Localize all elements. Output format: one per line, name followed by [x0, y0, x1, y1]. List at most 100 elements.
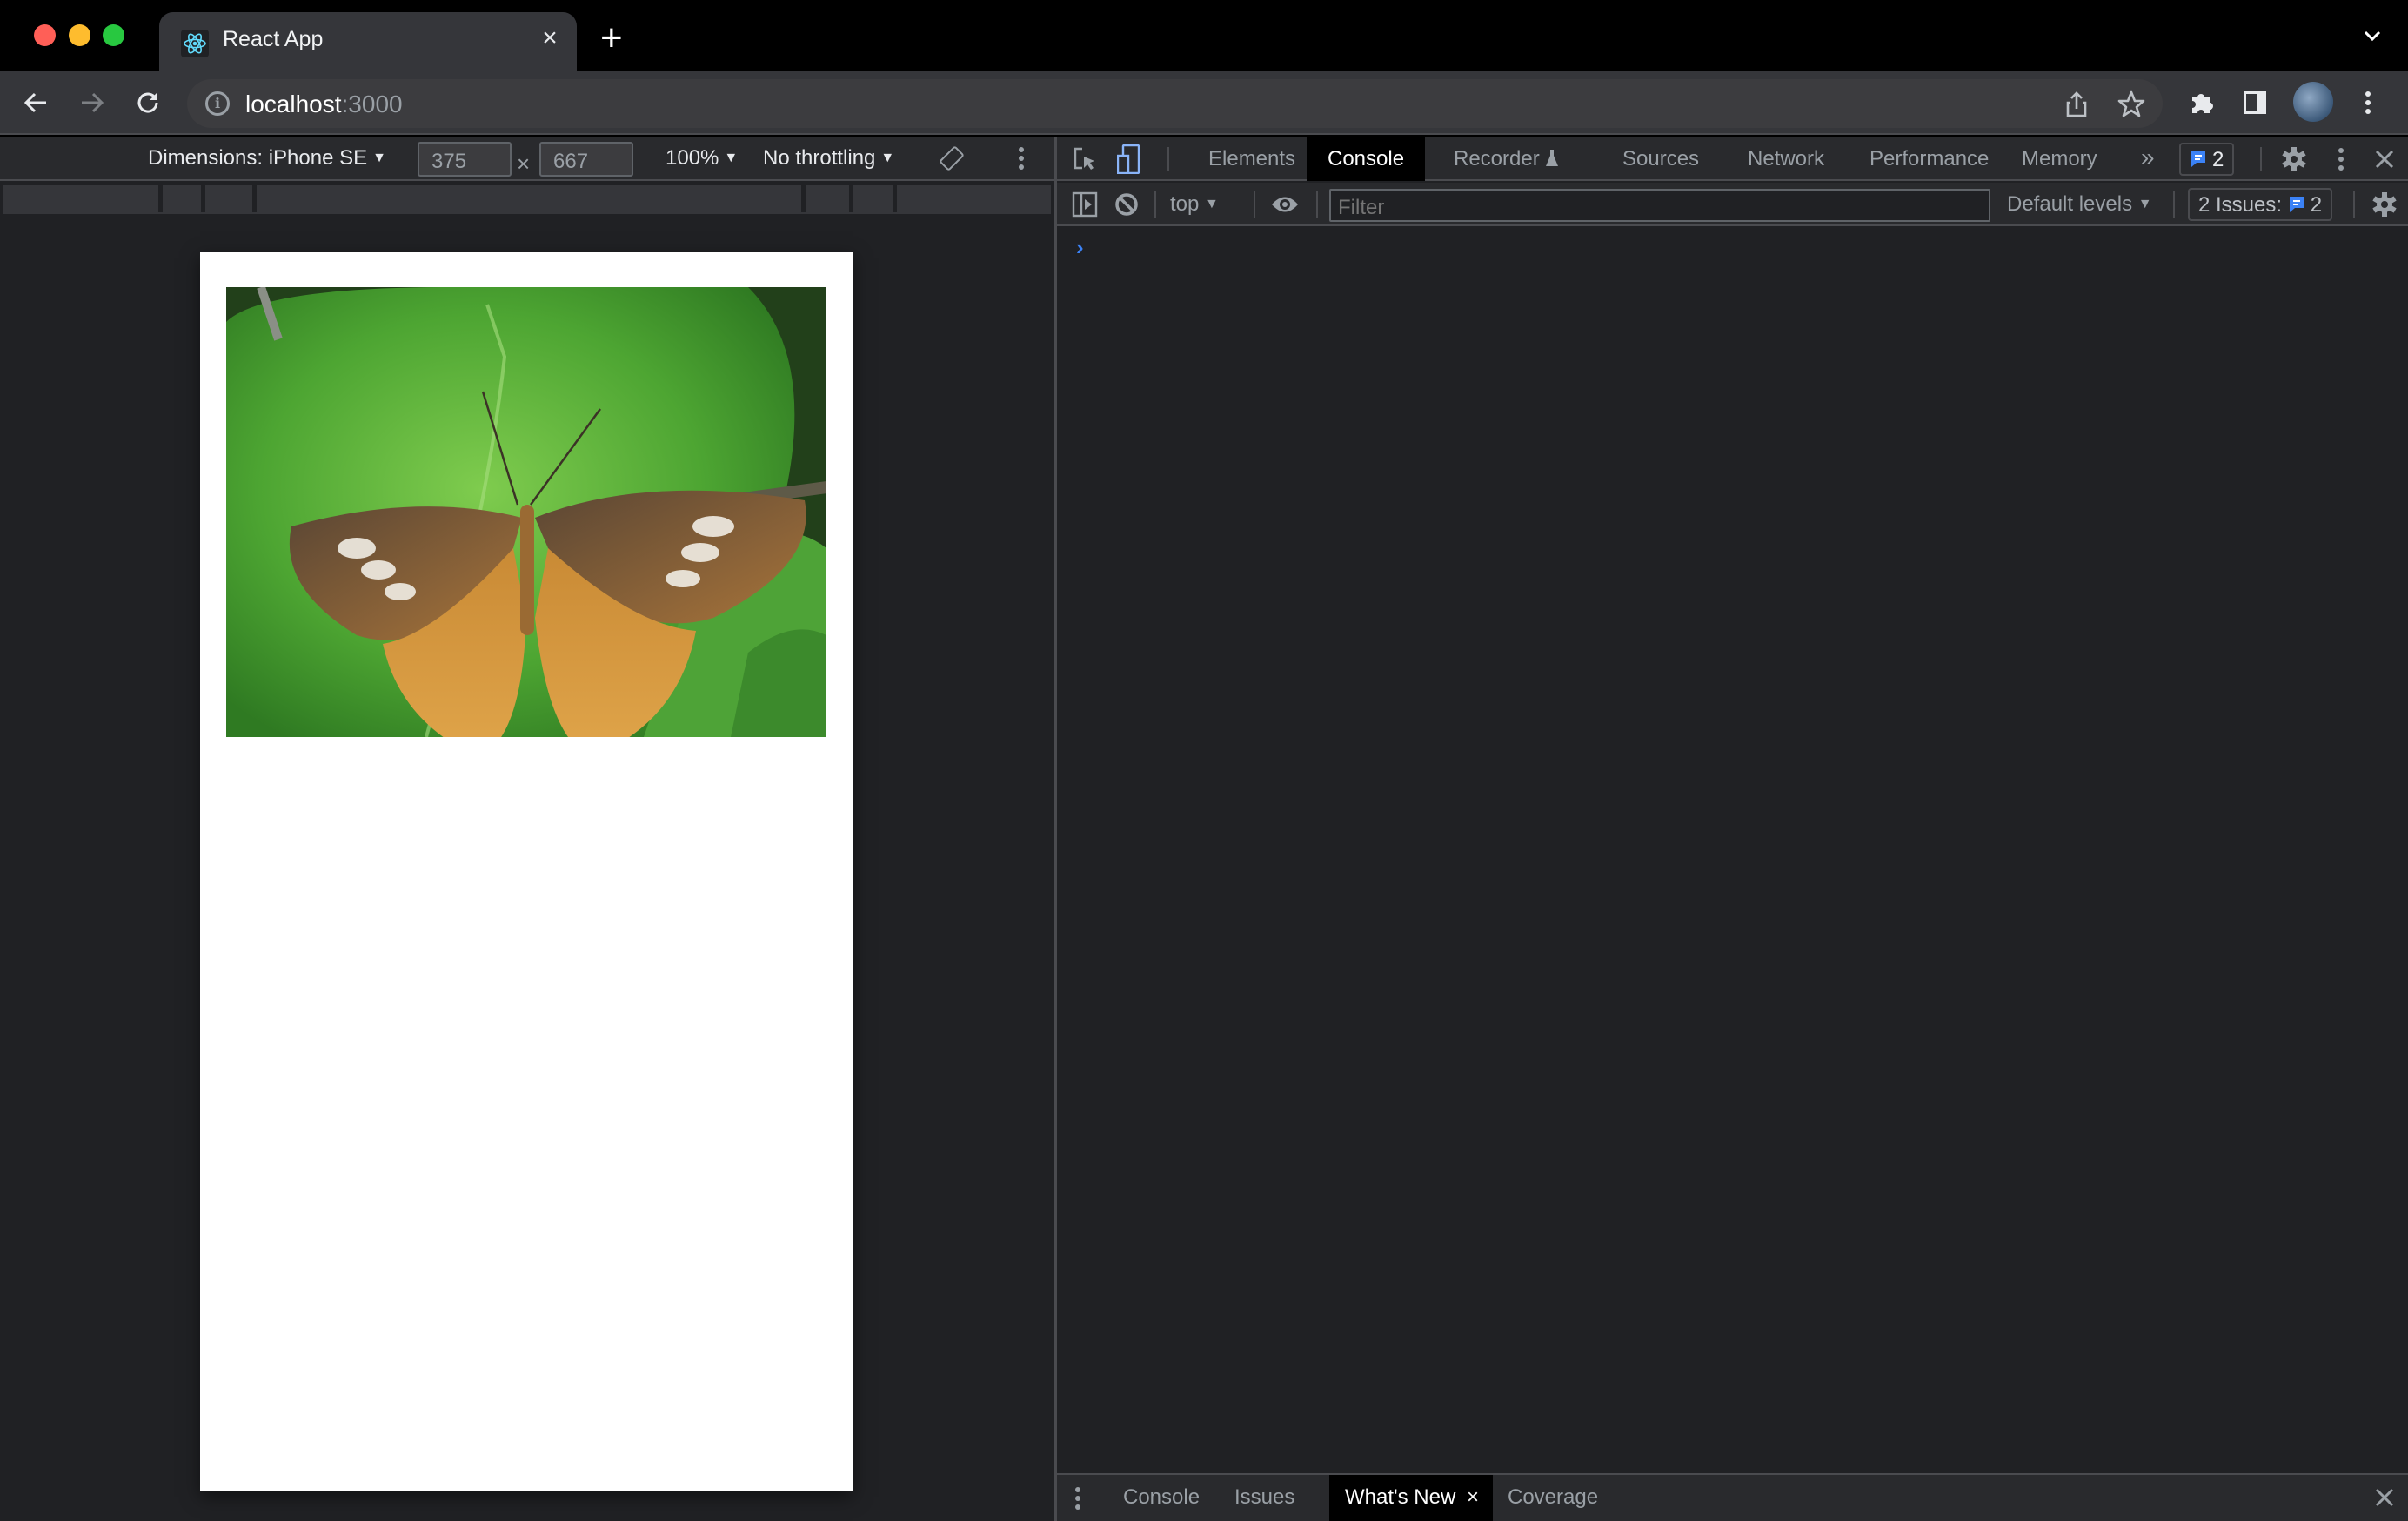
drawer-tab-coverage[interactable]: Coverage — [1492, 1475, 1614, 1521]
tab-performance[interactable]: Performance — [1849, 137, 2010, 181]
ruler-separator — [893, 185, 897, 212]
chevron-down-icon: ▼ — [724, 151, 739, 165]
profile-avatar[interactable] — [2293, 82, 2333, 122]
address-bar[interactable]: i localhost:3000 — [187, 79, 2163, 128]
devtools-tab-bar: Elements Console Recorder Sources Networ… — [1057, 137, 2408, 181]
zoom-label: 100% — [666, 146, 719, 170]
chevron-down-icon: ▼ — [1205, 197, 1219, 211]
tab-recorder[interactable]: Recorder — [1433, 137, 1580, 181]
message-icon — [2289, 197, 2304, 212]
chevron-down-icon: ▼ — [2137, 197, 2152, 211]
chevron-down-icon: ▼ — [372, 151, 386, 165]
drawer-menu-icon[interactable] — [1064, 1484, 1092, 1512]
ruler-separator — [801, 185, 806, 212]
browser-menu-icon[interactable] — [2351, 85, 2385, 120]
live-expression-eye-icon[interactable] — [1271, 191, 1299, 218]
ruler-separator — [849, 185, 853, 212]
ruler-separator — [201, 185, 205, 212]
device-toolbar: Dimensions: iPhone SE ▼ × 100% ▼ No thrott… — [0, 137, 1054, 181]
drawer-tab-issues[interactable]: Issues — [1219, 1475, 1310, 1521]
device-toggle-icon[interactable] — [1114, 144, 1142, 174]
tab-recorder-label: Recorder — [1454, 147, 1540, 171]
device-width-input[interactable] — [418, 142, 512, 177]
more-tabs-button[interactable]: » — [2120, 137, 2176, 181]
tab-strip: React App × + — [0, 0, 2408, 71]
tab-close-button[interactable]: × — [535, 25, 565, 51]
devtools-drawer: Console Issues What's New × Coverage — [1057, 1473, 2408, 1521]
close-devtools-icon[interactable] — [2371, 145, 2398, 173]
console-filter-input[interactable] — [1329, 189, 1990, 222]
butterfly-photo-illustration — [226, 287, 826, 737]
ruler-separator — [252, 185, 257, 212]
window-close-button[interactable] — [34, 24, 56, 46]
chevron-down-icon: ▼ — [880, 151, 895, 165]
side-panel-icon[interactable] — [2237, 85, 2272, 120]
log-levels-label: Default levels — [2007, 192, 2133, 216]
extensions-icon[interactable] — [2184, 85, 2218, 120]
toolbar-divider — [1316, 191, 1318, 218]
emulated-viewport[interactable] — [200, 252, 853, 1491]
device-emulation-pane: Dimensions: iPhone SE ▼ × 100% ▼ No thrott… — [0, 137, 1054, 1521]
url-host: localhost — [245, 90, 342, 117]
message-icon — [2191, 151, 2205, 167]
tab-title: React App — [223, 27, 324, 51]
console-prompt[interactable]: › — [1076, 234, 1084, 261]
butterfly-image — [226, 287, 826, 737]
inspect-element-icon[interactable] — [1071, 145, 1099, 173]
tab-network[interactable]: Network — [1727, 137, 1845, 181]
tab-sources[interactable]: Sources — [1602, 137, 1720, 181]
close-drawer-icon[interactable] — [2371, 1484, 2398, 1511]
share-icon[interactable] — [2062, 90, 2091, 119]
dimensions-label: Dimensions: iPhone SE — [148, 146, 368, 170]
toolbar-divider — [1254, 191, 1255, 218]
show-sidebar-icon[interactable] — [1071, 191, 1099, 218]
rotate-icon[interactable] — [938, 144, 966, 178]
throttling-dropdown[interactable]: No throttling ▼ — [763, 146, 894, 171]
issues-button[interactable]: 2 Issues: 2 — [2188, 188, 2333, 221]
toolbar-divider — [2353, 191, 2355, 218]
clear-console-icon[interactable] — [1113, 191, 1140, 218]
tab-memory[interactable]: Memory — [2001, 137, 2118, 181]
devtools-menu-icon[interactable] — [2327, 145, 2355, 173]
settings-gear-icon[interactable] — [2280, 145, 2308, 173]
device-dimensions-dropdown[interactable]: Dimensions: iPhone SE ▼ — [148, 146, 386, 171]
issues-label: 2 Issues: — [2198, 193, 2283, 217]
drawer-tab-whats-new[interactable]: What's New × — [1329, 1475, 1493, 1521]
console-toolbar: top ▼ Default levels ▼ 2 Issues: 2 — [1057, 183, 2408, 226]
window-minimize-button[interactable] — [69, 24, 90, 46]
zoom-dropdown[interactable]: 100% ▼ — [666, 146, 738, 171]
window-zoom-button[interactable] — [103, 24, 124, 46]
site-info-icon[interactable]: i — [205, 91, 230, 116]
bookmark-star-icon[interactable] — [2117, 90, 2146, 119]
device-height-input[interactable] — [539, 142, 633, 177]
toolbar-divider — [2260, 147, 2262, 171]
toolbar-divider — [1167, 147, 1169, 171]
back-icon[interactable] — [18, 85, 53, 120]
media-query-ruler[interactable] — [3, 185, 1051, 214]
issues-count: 2 — [2310, 193, 2323, 217]
react-logo-icon — [181, 30, 209, 57]
drawer-tab-console[interactable]: Console — [1107, 1475, 1215, 1521]
times-sign: × — [517, 151, 531, 177]
issues-counter-badge[interactable]: 2 — [2179, 143, 2235, 176]
close-tab-icon[interactable]: × — [1467, 1485, 1479, 1509]
log-levels-dropdown[interactable]: Default levels ▼ — [2007, 192, 2152, 217]
url-text[interactable]: localhost:3000 — [245, 90, 403, 118]
console-settings-gear-icon[interactable] — [2371, 191, 2398, 218]
flask-icon — [1546, 150, 1559, 166]
tab-search-chevron-icon[interactable] — [2363, 26, 2382, 45]
tab-console[interactable]: Console — [1307, 137, 1426, 181]
url-port: :3000 — [341, 90, 403, 117]
context-selector[interactable]: top ▼ — [1170, 192, 1219, 217]
context-label: top — [1170, 192, 1200, 216]
issues-badge-count: 2 — [2212, 148, 2224, 171]
forward-icon[interactable] — [75, 85, 110, 120]
reload-icon[interactable] — [130, 85, 165, 120]
more-options-icon[interactable] — [1018, 145, 1025, 178]
browser-toolbar: i localhost:3000 — [0, 71, 2408, 135]
tab-elements[interactable]: Elements — [1187, 137, 1316, 181]
toolbar-divider — [1154, 191, 1156, 218]
devtools-panel: Elements Console Recorder Sources Networ… — [1054, 137, 2408, 1521]
browser-tab[interactable]: React App × — [159, 12, 577, 71]
new-tab-button[interactable]: + — [600, 19, 623, 57]
